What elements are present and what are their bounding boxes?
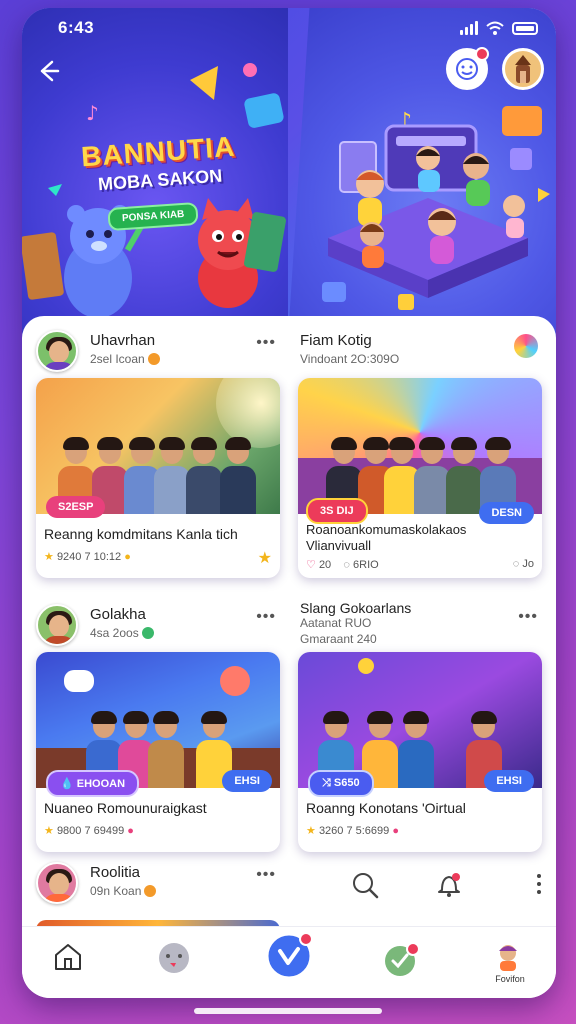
battery-icon <box>512 21 538 35</box>
post-tag[interactable]: 💧 EHOOAN <box>46 770 140 797</box>
favorite-star-icon[interactable]: ★ <box>258 548 272 568</box>
more-options-icon[interactable]: ••• <box>256 608 276 626</box>
post-author: Uhavrhan 2sel Icoan ••• <box>36 326 280 378</box>
link-icon: ⤨ <box>322 777 331 789</box>
bell-icon[interactable] <box>434 870 464 900</box>
nav-home[interactable] <box>52 941 92 981</box>
author-name[interactable]: Golakha <box>90 606 146 623</box>
nav-profile-label: Fovifon <box>495 974 525 984</box>
home-indicator[interactable] <box>194 1008 382 1014</box>
post-stats: ★ 3260 7 5:6699 ● <box>306 825 400 837</box>
status-dot-icon <box>147 353 160 365</box>
nav-profile[interactable]: Fovifon <box>488 941 532 984</box>
avatar[interactable] <box>36 604 78 646</box>
comment-count[interactable]: ◌ Jo <box>513 558 534 570</box>
create-icon <box>265 932 313 980</box>
post-tag-right[interactable]: EHSI <box>222 770 272 792</box>
nav-create[interactable] <box>264 931 314 981</box>
author-meta: 2sel Icoan <box>90 352 160 366</box>
post-media[interactable]: 💧 EHOOAN EHSI Nuaneo Romounuraigkast ★ 9… <box>36 652 280 852</box>
post-badge[interactable]: 3S DIJ <box>306 498 368 524</box>
post-title-line2: Vlianvivuall <box>306 538 372 553</box>
person-figure <box>148 711 184 788</box>
back-arrow-icon[interactable] <box>34 58 62 86</box>
post-tag[interactable]: DESN <box>479 502 534 524</box>
author-meta: Vindoant 2O:309O <box>300 352 400 366</box>
post-media[interactable]: S2ESP Reanng komdmitans Kanla tich ★ 924… <box>36 378 280 578</box>
post-media[interactable]: ⤨ S650 EHSI Roanng Konotans 'Oirtual ★ 3… <box>298 652 542 852</box>
notifications-avatar[interactable] <box>446 47 489 90</box>
post-tag[interactable]: S2ESP <box>46 496 106 518</box>
avatar[interactable] <box>36 330 78 372</box>
post-stats: ♡ 20 ◌ 6RIO <box>306 559 379 571</box>
post-title: Reanng komdmitans Kanla tich <box>44 526 238 542</box>
author-name[interactable]: Uhavrhan <box>90 332 155 349</box>
post-image <box>36 378 280 514</box>
notification-badge <box>475 47 489 61</box>
author-meta: 09n Koan <box>90 884 157 898</box>
post-author: Slang Gokoarlans Aatanat RUO Gmaraant 24… <box>298 600 542 652</box>
post-title: Nuaneo Romounuraigkast <box>44 800 207 816</box>
home-icon <box>55 944 81 970</box>
bottom-nav: Fovifon <box>22 926 556 998</box>
wifi-icon <box>486 21 504 35</box>
post-stats: ★ 9800 7 69499 ● <box>44 825 134 837</box>
profile-character-icon <box>499 945 517 971</box>
author-name[interactable]: Slang Gokoarlans <box>300 600 411 616</box>
more-options-icon[interactable]: ••• <box>518 608 538 626</box>
signal-icon <box>460 21 478 35</box>
post-title: Roanoankomumaskolakaos <box>306 522 467 537</box>
post-stats: ★ 9240 7 10:12 ● <box>44 551 131 563</box>
nav-messages[interactable] <box>156 941 196 981</box>
post-author: Roolitia 09n Koan ••• <box>36 858 280 910</box>
person-figure <box>220 437 256 514</box>
chat-icon <box>159 943 189 973</box>
author-meta: 4sa 2oos <box>90 626 154 640</box>
author-name[interactable]: Fiam Kotig <box>300 332 372 349</box>
person-figure <box>186 437 222 514</box>
post-author: Golakha 4sa 2oos ••• <box>36 600 280 652</box>
nav-activity[interactable] <box>382 941 422 981</box>
character-avatar-icon <box>515 55 531 83</box>
person-figure <box>398 711 434 788</box>
person-figure <box>414 437 450 514</box>
post-tag-right[interactable]: EHSI <box>484 770 534 792</box>
post-media[interactable]: 3S DIJ DESN Roanoankomumaskolakaos Vlian… <box>298 378 542 578</box>
post-image <box>298 652 542 788</box>
post-image <box>298 378 542 514</box>
post-title: Roanng Konotans 'Oirtual <box>306 800 466 816</box>
hero-banner[interactable]: ♪ ♪ 6:43 BANNUTIA MOBA SAKON PONSA KIAB <box>22 8 556 338</box>
person-figure <box>446 437 482 514</box>
avatar[interactable] <box>36 862 78 904</box>
status-time: 6:43 <box>58 18 95 37</box>
post-image <box>36 652 280 788</box>
check-avatar-icon <box>385 942 420 976</box>
action-icons-row <box>350 866 541 906</box>
feed: Uhavrhan 2sel Icoan ••• S2ESP Reanng kom… <box>22 316 556 936</box>
search-icon[interactable] <box>350 870 380 900</box>
chat-bubble-icon[interactable] <box>514 334 538 358</box>
post-author: Fiam Kotig Vindoant 2O:309O <box>298 326 542 378</box>
status-bar: 6:43 <box>22 18 556 40</box>
post-tag[interactable]: ⤨ S650 <box>308 770 374 797</box>
author-meta-line2: Gmaraant 240 <box>300 632 377 646</box>
more-options-icon[interactable]: ••• <box>256 866 276 884</box>
droplet-icon: 💧 <box>60 778 74 790</box>
vertical-more-icon[interactable] <box>534 870 544 900</box>
status-icons <box>460 21 538 35</box>
app-screen: ♪ ♪ 6:43 BANNUTIA MOBA SAKON PONSA KIAB … <box>22 8 556 998</box>
status-dot-icon <box>144 885 157 897</box>
author-name[interactable]: Roolitia <box>90 864 140 881</box>
person-figure <box>154 437 190 514</box>
svg-text:♪: ♪ <box>86 101 99 125</box>
status-dot-icon <box>141 627 154 639</box>
author-meta: Aatanat RUO <box>300 616 372 630</box>
more-options-icon[interactable]: ••• <box>256 334 276 352</box>
profile-avatar[interactable] <box>502 48 544 90</box>
